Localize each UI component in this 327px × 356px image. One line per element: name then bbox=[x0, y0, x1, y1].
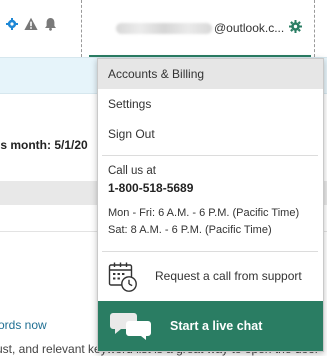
warning-icon[interactable] bbox=[24, 17, 38, 31]
start-live-chat-button[interactable]: Start a live chat bbox=[98, 301, 323, 351]
bell-icon[interactable] bbox=[44, 17, 57, 31]
menu-item-settings[interactable]: Settings bbox=[98, 89, 323, 119]
call-us-label: Call us at bbox=[108, 165, 156, 177]
saturday-hours: Sat: 8 A.M. - 6 P.M. (Pacific Time) bbox=[108, 224, 272, 236]
account-dropdown-menu: Accounts & Billing Settings Sign Out Cal… bbox=[97, 58, 324, 352]
request-call-button[interactable]: Request a call from support bbox=[98, 256, 323, 296]
menu-item-accounts-billing[interactable]: Accounts & Billing bbox=[98, 59, 323, 89]
weekday-hours: Mon - Fri: 6 A.M. - 6 P.M. (Pacific Time… bbox=[108, 207, 300, 219]
account-tab[interactable]: @outlook.c... bbox=[82, 0, 315, 57]
account-email[interactable]: @outlook.c... bbox=[116, 21, 284, 35]
gear-icon[interactable] bbox=[6, 18, 18, 30]
calendar-clock-icon bbox=[108, 262, 137, 292]
chat-bubbles-icon bbox=[110, 313, 151, 340]
redacted-email bbox=[116, 22, 212, 34]
account-email-suffix: @outlook.c... bbox=[214, 21, 285, 35]
top-header-bar: @outlook.c... bbox=[0, 0, 327, 58]
this-month-label: is month: 5/1/20 bbox=[0, 138, 88, 152]
settings-gear-icon[interactable] bbox=[289, 20, 302, 33]
start-live-chat-label: Start a live chat bbox=[170, 319, 263, 333]
support-phone-number: 1-800-518-5689 bbox=[108, 181, 194, 195]
keywords-link[interactable]: ords now bbox=[0, 318, 47, 332]
menu-separator bbox=[102, 155, 318, 156]
menu-separator bbox=[102, 251, 318, 252]
request-call-label: Request a call from support bbox=[155, 269, 302, 283]
header-left-icons bbox=[6, 17, 57, 31]
menu-item-sign-out[interactable]: Sign Out bbox=[98, 119, 323, 149]
